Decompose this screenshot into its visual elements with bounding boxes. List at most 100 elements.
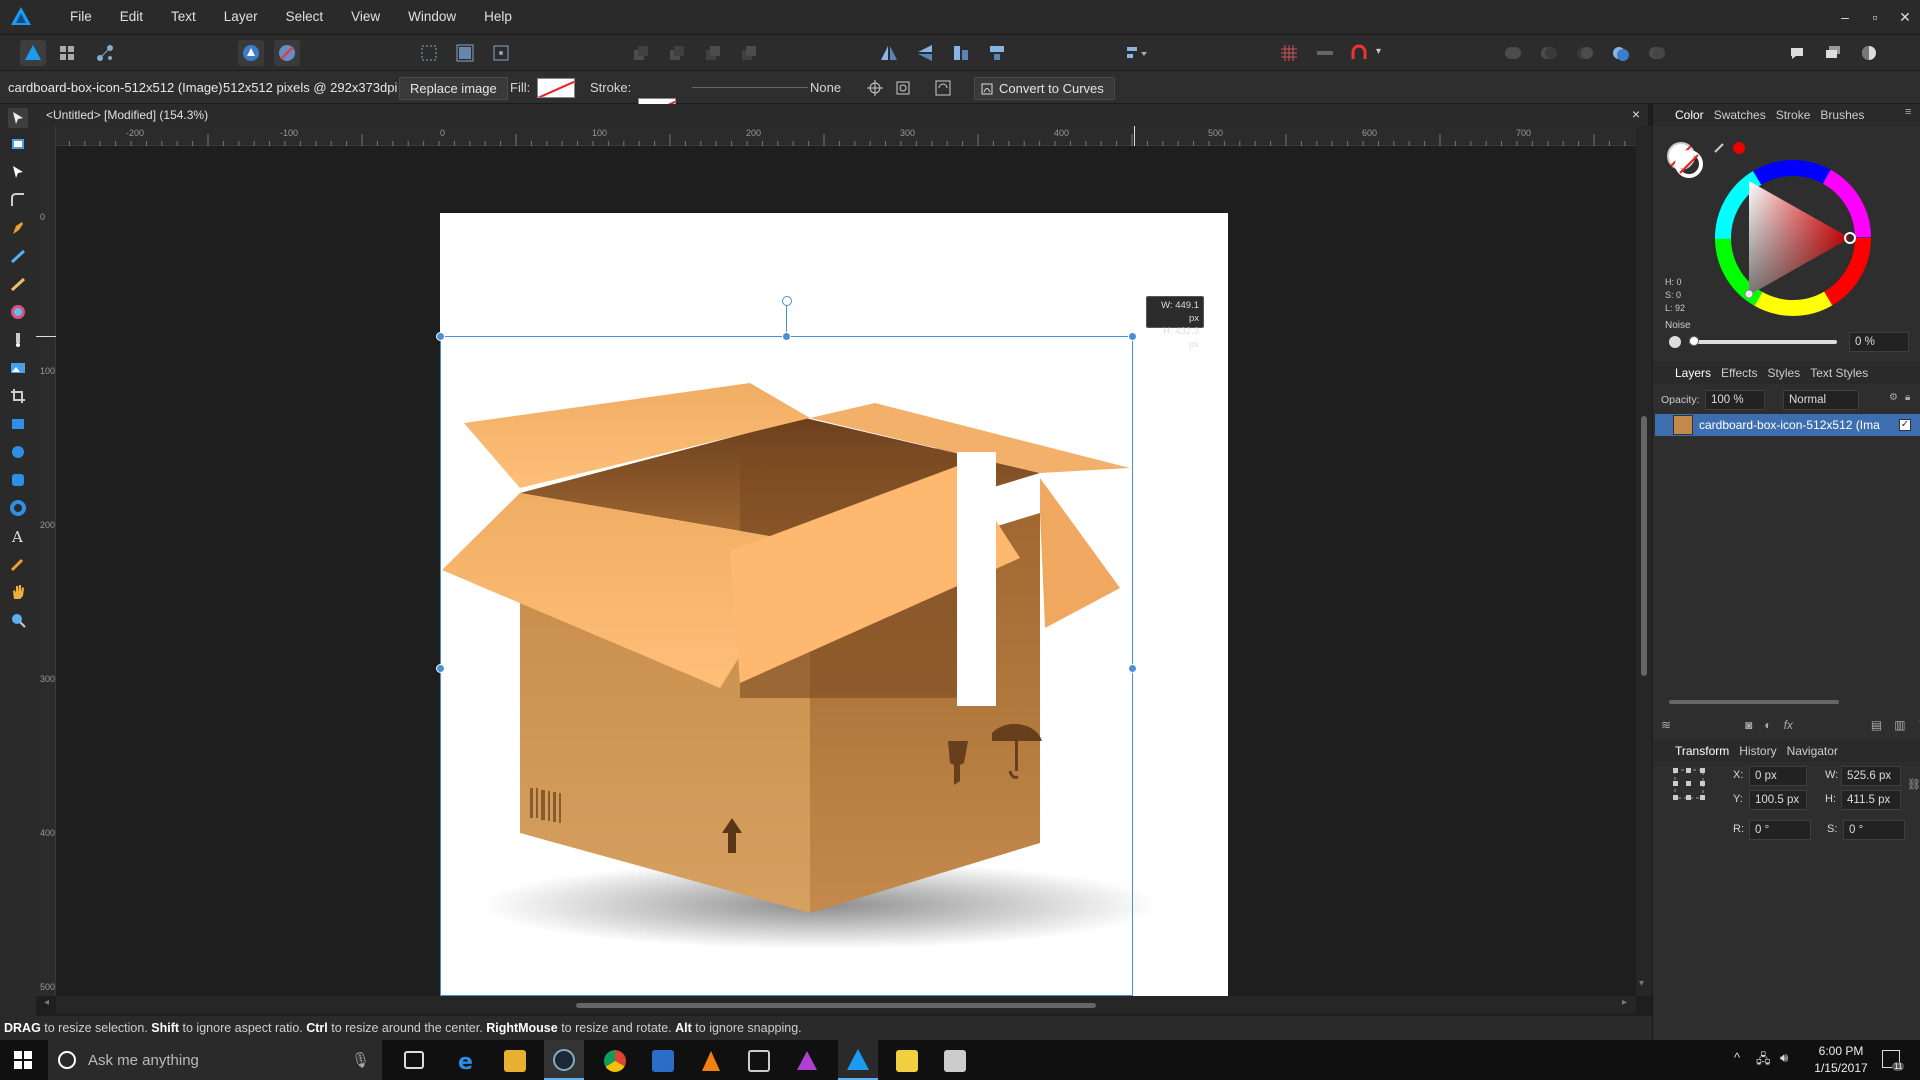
menu-file[interactable]: File: [56, 0, 106, 34]
blend-mode-select[interactable]: Normal: [1783, 390, 1859, 410]
affinity-designer-taskbar-item[interactable]: [838, 1040, 878, 1080]
convert-to-curves-button[interactable]: Convert to Curves: [974, 77, 1115, 100]
view-tool-hand-icon[interactable]: [8, 582, 28, 602]
scroll-right-arrow-icon[interactable]: ▸: [1622, 997, 1627, 1008]
chrome-icon[interactable]: [604, 1050, 626, 1072]
flip-vertical-icon[interactable]: [912, 40, 938, 66]
transform-object-icon[interactable]: [452, 40, 478, 66]
zoom-tool-icon[interactable]: [8, 610, 28, 630]
ellipse-tool-icon[interactable]: [8, 442, 28, 462]
artboard-tool-icon[interactable]: [8, 134, 28, 154]
tab-brushes[interactable]: Brushes: [1820, 108, 1864, 122]
vlc-icon[interactable]: [700, 1050, 722, 1072]
transform-origin-target-icon[interactable]: [862, 75, 888, 101]
tab-stroke[interactable]: Stroke: [1776, 108, 1811, 122]
opacity-field[interactable]: 100 %: [1705, 390, 1765, 410]
crop-icon[interactable]: [890, 75, 916, 101]
store-icon[interactable]: [748, 1050, 770, 1072]
layers-h-scroll-thumb[interactable]: [1669, 700, 1839, 704]
resize-handle-left[interactable]: [436, 664, 445, 673]
tab-text-styles[interactable]: Text Styles: [1810, 366, 1868, 380]
boolean-xor-icon[interactable]: [1608, 40, 1634, 66]
microphone-icon[interactable]: 🎙︎: [351, 1051, 370, 1069]
tab-transform[interactable]: Transform: [1675, 744, 1729, 758]
insert-behind-icon[interactable]: [1820, 40, 1846, 66]
sticky-notes-icon[interactable]: [896, 1050, 918, 1072]
arrange-forward-icon[interactable]: [700, 40, 726, 66]
rounded-rectangle-tool-icon[interactable]: [8, 470, 28, 490]
w-field[interactable]: 525.6 px: [1841, 766, 1901, 786]
noise-value-field[interactable]: 0 %: [1849, 332, 1909, 352]
menu-select[interactable]: Select: [272, 0, 338, 34]
link-proportions-icon[interactable]: ⛓︎: [1907, 778, 1920, 791]
boolean-divide-icon[interactable]: [1644, 40, 1670, 66]
layer-row[interactable]: cardboard-box-icon-512x512 (Ima ✓: [1655, 414, 1920, 436]
arrange-front-icon[interactable]: [736, 40, 762, 66]
horizontal-scrollbar[interactable]: ◂ ▸: [44, 996, 1636, 1014]
steam-taskbar-item[interactable]: [544, 1040, 584, 1080]
windows-start-icon[interactable]: [14, 1051, 32, 1072]
insert-inside-icon[interactable]: [1784, 40, 1810, 66]
rectangle-tool-icon[interactable]: [8, 414, 28, 434]
layers-h-scrollbar[interactable]: [1657, 694, 1920, 710]
layer-settings-gear-icon[interactable]: ⚙: [1889, 392, 1898, 403]
fill-tool-icon[interactable]: [8, 302, 28, 322]
color-picker-tool-icon[interactable]: [8, 554, 28, 574]
vertical-ruler[interactable]: 0 100 200 300 400 500: [36, 126, 56, 996]
volume-icon[interactable]: 🔊︎: [1780, 1050, 1788, 1066]
node-tool-icon[interactable]: [8, 162, 28, 182]
crop-tool-icon[interactable]: [8, 386, 28, 406]
resize-handle-top-right[interactable]: [1128, 332, 1137, 341]
arrange-back-icon[interactable]: [628, 40, 654, 66]
place-image-tool-icon[interactable]: [8, 358, 28, 378]
y-field[interactable]: 100.5 px: [1749, 790, 1807, 810]
snipping-tool-icon[interactable]: [944, 1050, 966, 1072]
corner-tool-icon[interactable]: [8, 190, 28, 210]
transform-selection-icon[interactable]: [416, 40, 442, 66]
transparency-tool-icon[interactable]: [8, 330, 28, 350]
designer-persona-icon[interactable]: [20, 40, 46, 66]
stroke-style-value[interactable]: None: [810, 80, 841, 95]
eyedropper-icon[interactable]: [1713, 140, 1727, 157]
rotate-right-icon[interactable]: [984, 40, 1010, 66]
tab-color[interactable]: Color: [1675, 108, 1704, 122]
clock[interactable]: 6:00 PM 1/15/2017: [1806, 1043, 1876, 1077]
menu-view[interactable]: View: [337, 0, 394, 34]
tab-swatches[interactable]: Swatches: [1714, 108, 1766, 122]
tab-history[interactable]: History: [1739, 744, 1776, 758]
pencil-tool-icon[interactable]: [8, 246, 28, 266]
menu-window[interactable]: Window: [394, 0, 470, 34]
resize-handle-top[interactable]: [782, 332, 791, 341]
vertical-scroll-thumb[interactable]: [1641, 416, 1647, 676]
rotation-field[interactable]: 0 °: [1749, 820, 1811, 840]
snap-guides-icon[interactable]: [1312, 40, 1338, 66]
layer-lock-icon[interactable]: 🔒︎: [1905, 392, 1910, 403]
add-group-icon[interactable]: ▥: [1894, 718, 1905, 732]
fx-icon[interactable]: fx: [1784, 718, 1793, 732]
snapping-dropdown-icon[interactable]: ▾: [1376, 46, 1381, 57]
show-hidden-icons-chevron-icon[interactable]: ^: [1734, 1050, 1740, 1065]
affinity-photo-icon[interactable]: [796, 1050, 818, 1072]
move-tool-icon[interactable]: [8, 108, 28, 128]
cortana-search-box[interactable]: Ask me anything 🎙︎: [48, 1040, 382, 1080]
color-wheel[interactable]: [1713, 158, 1873, 318]
alignment-icon[interactable]: [1124, 40, 1150, 66]
pixel-persona-icon[interactable]: [54, 40, 80, 66]
edit-image-icon[interactable]: [930, 75, 956, 101]
h-field[interactable]: 411.5 px: [1841, 790, 1901, 810]
close-window-button[interactable]: ✕: [1890, 2, 1920, 32]
scroll-left-arrow-icon[interactable]: ◂: [44, 997, 49, 1008]
assistant-icon[interactable]: [238, 40, 264, 66]
document-tab[interactable]: <Untitled> [Modified] (154.3%) ×: [36, 104, 1648, 126]
app-window-icon[interactable]: [652, 1050, 674, 1072]
picked-color-swatch[interactable]: [1733, 142, 1745, 154]
stroke-style-preview[interactable]: [692, 87, 808, 88]
minimize-button[interactable]: –: [1830, 2, 1860, 32]
layers-stack-icon[interactable]: ≋: [1661, 718, 1671, 732]
tab-styles[interactable]: Styles: [1768, 366, 1801, 380]
restore-button[interactable]: ▫: [1860, 2, 1890, 32]
rotate-left-icon[interactable]: [948, 40, 974, 66]
text-tool-icon[interactable]: A: [8, 526, 28, 546]
menu-help[interactable]: Help: [470, 0, 526, 34]
transform-origin-icon[interactable]: [488, 40, 514, 66]
